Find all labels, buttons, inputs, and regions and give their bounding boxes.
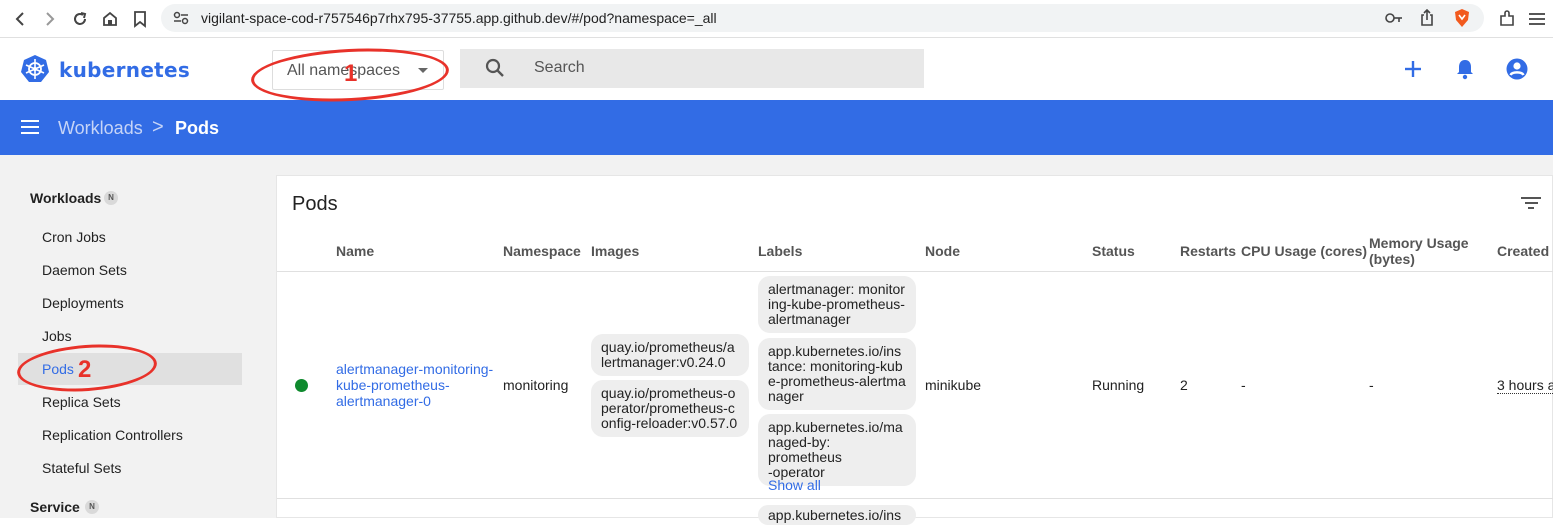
home-icon[interactable] bbox=[100, 9, 120, 29]
image-chip-line: quay.io/prometheus/a bbox=[601, 339, 735, 355]
column-header-namespace[interactable]: Namespace bbox=[503, 243, 581, 259]
pod-name-line: alertmanager-0 bbox=[336, 393, 431, 409]
status-running-icon bbox=[295, 379, 308, 392]
image-chip: quay.io/prometheus-o perator/prometheus-c… bbox=[591, 380, 749, 437]
app-header: kubernetes All namespaces Search bbox=[0, 38, 1553, 100]
column-header-restarts[interactable]: Restarts bbox=[1180, 243, 1236, 259]
breadcrumb-workloads[interactable]: Workloads bbox=[58, 118, 143, 139]
pod-node: minikube bbox=[925, 377, 982, 393]
sidebar-item-daemon-sets[interactable]: Daemon Sets bbox=[42, 262, 127, 278]
label-chip-line: app.kubernetes.io/ins bbox=[768, 507, 902, 523]
column-header-name[interactable]: Name bbox=[336, 243, 374, 259]
search-placeholder: Search bbox=[534, 59, 585, 76]
reload-icon[interactable] bbox=[70, 9, 90, 29]
share-icon[interactable] bbox=[1420, 8, 1434, 32]
notifications-bell-icon[interactable] bbox=[1453, 57, 1477, 81]
search-input[interactable]: Search bbox=[460, 49, 924, 88]
image-chip-line: onfig-reloader:v0.57.0 bbox=[601, 415, 738, 431]
brave-shield-icon[interactable] bbox=[1453, 8, 1471, 33]
pod-restarts: 2 bbox=[1180, 377, 1188, 393]
pod-namespace: monitoring bbox=[503, 377, 569, 393]
column-header-status[interactable]: Status bbox=[1092, 243, 1135, 259]
sidebar bbox=[0, 155, 262, 518]
breadcrumb-current: Pods bbox=[175, 118, 220, 138]
back-icon[interactable] bbox=[10, 9, 30, 29]
account-icon[interactable] bbox=[1505, 57, 1529, 81]
image-chip: quay.io/prometheus/a lertmanager:v0.24.0 bbox=[591, 334, 749, 376]
extensions-icon[interactable] bbox=[1497, 9, 1517, 29]
label-chip-line: app.kubernetes.io/ma bbox=[768, 419, 903, 435]
breadcrumb-chevron-icon: > bbox=[152, 116, 164, 138]
label-chip: app.kubernetes.io/ins tance: monitoring-k… bbox=[758, 338, 916, 410]
namespaced-badge: N bbox=[85, 500, 99, 514]
label-chip-line: nager bbox=[768, 388, 804, 404]
image-chip-line: quay.io/prometheus-o bbox=[601, 385, 736, 401]
image-chip-line: perator/prometheus-c bbox=[601, 400, 735, 416]
sidebar-item-deployments[interactable]: Deployments bbox=[42, 295, 124, 311]
annotation-number-2: 2 bbox=[78, 356, 92, 383]
sidebar-item-cron-jobs[interactable]: Cron Jobs bbox=[42, 229, 106, 245]
label-chip-line: e-prometheus-alertma bbox=[768, 373, 906, 389]
brand-title: kubernetes bbox=[59, 58, 191, 82]
label-chip-line: app.kubernetes.io/ins bbox=[768, 343, 902, 359]
namespaced-badge: N bbox=[104, 191, 118, 205]
url-text: vigilant-space-cod-r757546p7rhx795-37755… bbox=[201, 10, 717, 26]
sidebar-item-replica-sets[interactable]: Replica Sets bbox=[42, 394, 121, 410]
label-chip: alertmanager: monitor ing-kube-prometheus… bbox=[758, 276, 916, 333]
sidebar-item-stateful-sets[interactable]: Stateful Sets bbox=[42, 460, 121, 476]
column-header-images: Images bbox=[591, 243, 640, 259]
pod-status: Running bbox=[1092, 377, 1145, 393]
label-chip-line: ing-kube-prometheus- bbox=[768, 296, 905, 312]
pod-name-link[interactable]: alertmanager-monitoring-kube-prometheus-… bbox=[336, 361, 493, 409]
browser-toolbar: vigilant-space-cod-r757546p7rhx795-37755… bbox=[0, 0, 1553, 38]
annotation-number-1: 1 bbox=[344, 60, 358, 87]
menu-icon[interactable] bbox=[1527, 9, 1547, 29]
column-header-memory: Memory Usage (bytes) bbox=[1369, 235, 1469, 267]
label-chip: app.kubernetes.io/ins bbox=[758, 505, 916, 525]
pod-created[interactable]: 3 hours a bbox=[1497, 377, 1553, 394]
label-chip-line: alertmanager bbox=[768, 311, 851, 327]
sidebar-item-replication-controllers[interactable]: Replication Controllers bbox=[42, 427, 183, 443]
column-header-memory-line1: Memory Usage bbox=[1369, 235, 1469, 251]
column-header-labels: Labels bbox=[758, 243, 803, 259]
forward-icon[interactable] bbox=[40, 9, 60, 29]
label-chip-line: tance: monitoring-kub bbox=[768, 358, 903, 374]
pod-name-line: alertmanager-monitoring- bbox=[336, 361, 494, 377]
header-divider bbox=[277, 271, 1553, 272]
sidebar-section-service[interactable]: Service bbox=[30, 499, 80, 515]
hamburger-menu-icon[interactable] bbox=[21, 120, 39, 134]
card-title: Pods bbox=[292, 193, 338, 215]
pod-cpu: - bbox=[1241, 377, 1246, 393]
address-bar[interactable]: vigilant-space-cod-r757546p7rhx795-37755… bbox=[161, 4, 1484, 32]
image-chip-line: lertmanager:v0.24.0 bbox=[601, 354, 726, 370]
filter-icon[interactable] bbox=[1521, 197, 1541, 211]
row-divider bbox=[277, 498, 1553, 499]
pod-memory: - bbox=[1369, 377, 1374, 393]
sidebar-item-jobs[interactable]: Jobs bbox=[42, 328, 72, 344]
column-header-memory-line2: (bytes) bbox=[1369, 251, 1415, 267]
label-chip-line: naged-by: prometheus bbox=[768, 434, 842, 465]
add-icon[interactable] bbox=[1401, 57, 1425, 81]
site-settings-icon[interactable] bbox=[173, 11, 189, 30]
label-chip-line: alertmanager: monitor bbox=[768, 281, 905, 297]
column-header-created[interactable]: Created bbox=[1497, 243, 1549, 259]
search-icon bbox=[484, 57, 506, 84]
sidebar-section-workloads[interactable]: Workloads bbox=[30, 190, 101, 206]
bookmark-icon[interactable] bbox=[130, 9, 150, 29]
breadcrumb-bar: Workloads > Pods bbox=[0, 100, 1553, 155]
column-header-node[interactable]: Node bbox=[925, 243, 960, 259]
column-header-cpu: CPU Usage (cores) bbox=[1241, 243, 1368, 259]
show-all-link[interactable]: Show all bbox=[768, 477, 821, 493]
key-icon[interactable] bbox=[1385, 11, 1403, 29]
pod-name-line: kube-prometheus- bbox=[336, 377, 450, 393]
label-chip: app.kubernetes.io/ma naged-by: prometheus… bbox=[758, 414, 916, 486]
kubernetes-logo-icon[interactable] bbox=[20, 54, 50, 84]
